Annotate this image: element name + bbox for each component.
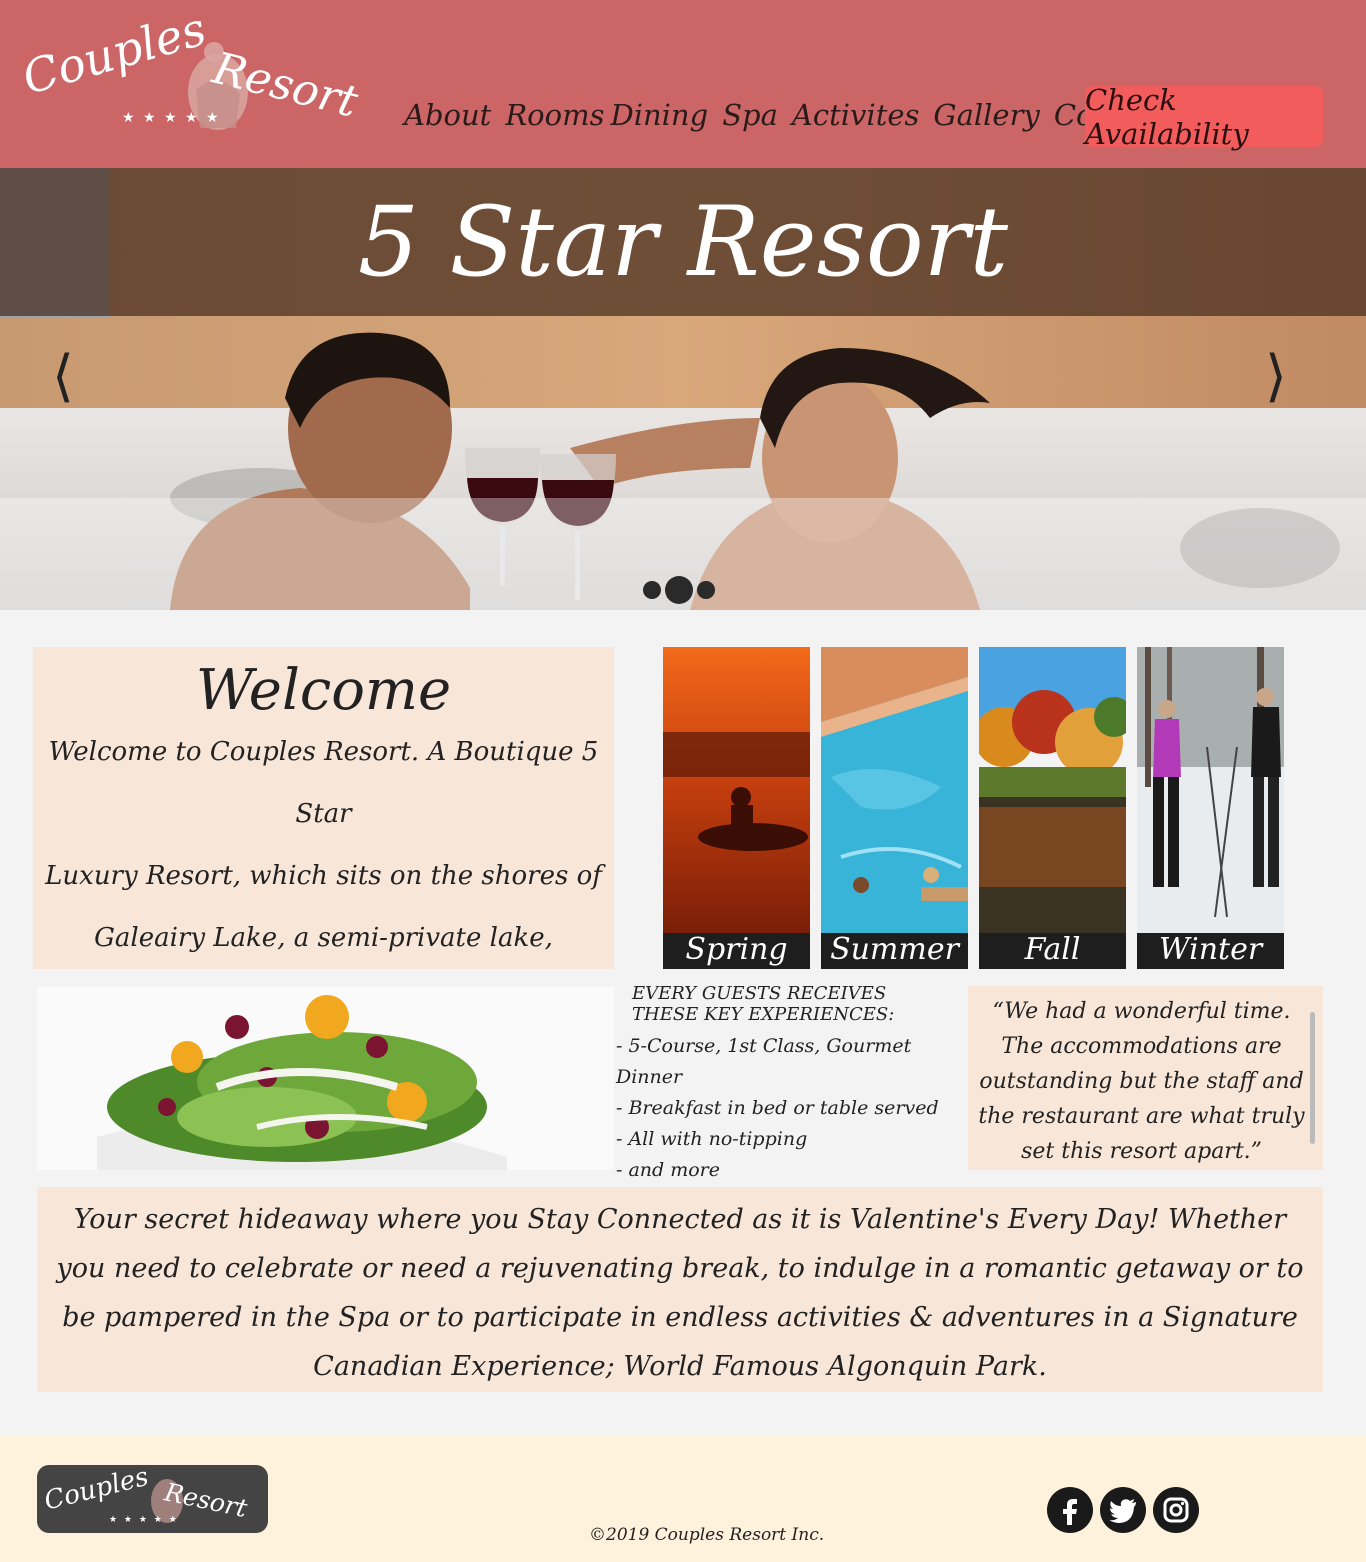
welcome-line: Luxury Resort, which sits on the shores … <box>45 861 602 891</box>
instagram-icon[interactable] <box>1153 1487 1199 1533</box>
list-item: - and more <box>616 1159 721 1181</box>
spring-image <box>663 647 810 933</box>
winter-image <box>1137 647 1284 933</box>
main-nav: About Rooms Dining Spa Activites Gallery… <box>404 98 1169 132</box>
salad-image <box>37 987 614 1170</box>
list-item: - All with no-tipping <box>616 1128 808 1150</box>
testimonial-text: “We had a wonderful time. The accommodat… <box>978 999 1305 1164</box>
experiences-items: - 5-Course, 1st Class, Gourmet Dinner - … <box>616 1031 961 1186</box>
salad-illustration <box>37 987 614 1170</box>
welcome-title: Welcome <box>195 658 452 723</box>
welcome-panel: Welcome Welcome to Couples Resort. A Bou… <box>33 647 614 1015</box>
season-label: Spring <box>663 933 810 969</box>
site-logo[interactable]: Couples Resort ★ ★ ★ ★ ★ <box>17 1 363 140</box>
next-slide-arrow-icon[interactable]: ⟩ <box>1265 344 1287 409</box>
season-card-winter[interactable]: Winter <box>1137 647 1284 969</box>
fall-image <box>979 647 1126 933</box>
season-card-fall[interactable]: Fall <box>979 647 1126 969</box>
prev-slide-arrow-icon[interactable]: ⟨ <box>52 344 74 409</box>
season-label: Winter <box>1137 933 1284 969</box>
list-item: - Breakfast in bed or table served <box>616 1097 939 1119</box>
experiences-heading-line: THESE KEY EXPERIENCES: <box>632 1004 895 1025</box>
season-label: Summer <box>821 933 968 969</box>
nav-dining[interactable]: Dining <box>610 98 708 132</box>
nav-gallery[interactable]: Gallery <box>933 98 1039 132</box>
facebook-icon[interactable] <box>1047 1487 1093 1533</box>
twitter-icon[interactable] <box>1100 1487 1146 1533</box>
nav-rooms[interactable]: Rooms <box>505 98 604 132</box>
footer-logo[interactable]: Couples Resort ★ ★ ★ ★ ★ <box>37 1465 268 1533</box>
logo-stars: ★ ★ ★ ★ ★ <box>122 110 221 126</box>
intro-banner-text: Your secret hideaway where you Stay Conn… <box>56 1204 1304 1382</box>
testimonial-box[interactable]: “We had a wonderful time. The accommodat… <box>968 986 1323 1170</box>
check-availability-button[interactable]: Check Availability <box>1085 83 1323 151</box>
hero-title: 5 Star Resort <box>357 186 1009 298</box>
nav-activites[interactable]: Activites <box>792 98 919 132</box>
slider-dot[interactable] <box>697 581 715 599</box>
experiences-heading-line: EVERY GUESTS RECEIVES <box>632 983 887 1004</box>
welcome-line: Welcome to Couples Resort. A Boutique 5 … <box>48 737 599 829</box>
season-card-summer[interactable]: Summer <box>821 647 968 969</box>
testimonial-scrollbar[interactable] <box>1310 1012 1315 1144</box>
summer-image <box>821 647 968 933</box>
welcome-text: Welcome to Couples Resort. A Boutique 5 … <box>44 721 604 1031</box>
slider-dot-active[interactable] <box>665 576 693 604</box>
slider-dots <box>643 576 715 604</box>
experiences-heading: EVERY GUESTS RECEIVES THESE KEY EXPERIEN… <box>616 983 961 1025</box>
footer-logo-stars: ★ ★ ★ ★ ★ <box>109 1515 179 1525</box>
experiences-list: EVERY GUESTS RECEIVES THESE KEY EXPERIEN… <box>616 983 961 1186</box>
list-item: - 5-Course, 1st Class, Gourmet Dinner <box>616 1035 912 1088</box>
slider-dot[interactable] <box>643 581 661 599</box>
nav-spa[interactable]: Spa <box>722 98 778 132</box>
intro-banner: Your secret hideaway where you Stay Conn… <box>37 1187 1323 1392</box>
welcome-line: Galeairy Lake, a semi-private lake, <box>94 923 553 953</box>
season-card-spring[interactable]: Spring <box>663 647 810 969</box>
season-label: Fall <box>979 933 1126 969</box>
copyright-text: ©2019 Couples Resort Inc. <box>589 1525 825 1545</box>
hero-slider: 5 Star Resort ⟨ ⟩ <box>0 168 1366 610</box>
nav-about[interactable]: About <box>404 98 491 132</box>
